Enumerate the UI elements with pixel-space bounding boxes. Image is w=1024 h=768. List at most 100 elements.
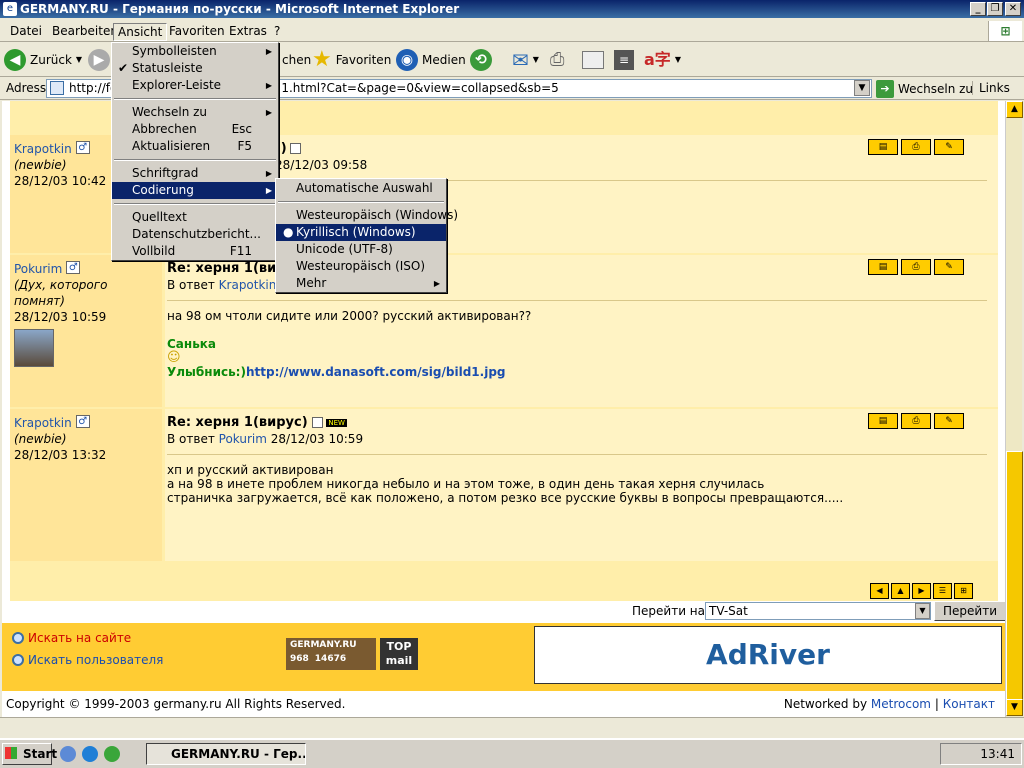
reply-user-link[interactable]: Pokurim xyxy=(219,432,267,446)
author-status: (newbie) xyxy=(14,158,67,172)
ie-quicklaunch-icon[interactable] xyxy=(82,746,98,762)
next-icon[interactable]: ▶ xyxy=(912,583,931,599)
adriver-banner[interactable]: AdRiver xyxy=(534,626,1002,684)
tree-view-icon[interactable]: ⊞ xyxy=(954,583,973,599)
prev-icon[interactable]: ◀ xyxy=(870,583,889,599)
check-icon: ✔ xyxy=(118,61,129,75)
edit-button[interactable] xyxy=(582,49,604,71)
back-button[interactable]: ◀ Zurück ▼ xyxy=(4,49,82,71)
history-button[interactable]: ⟲ xyxy=(470,49,492,71)
signature-name: Санька xyxy=(167,337,217,351)
menu-abbrechen[interactable]: Abbrechen Esc xyxy=(112,121,278,138)
mail-button[interactable]: ✉ ▼ xyxy=(512,49,539,71)
contact-link[interactable]: Контакт xyxy=(943,697,995,711)
close-button[interactable]: ✕ xyxy=(1005,2,1021,16)
search-button[interactable]: chen xyxy=(282,49,311,71)
search-label: chen xyxy=(282,53,312,67)
address-dropdown-icon[interactable]: ▼ xyxy=(854,80,870,96)
menu-help[interactable]: ? xyxy=(270,23,284,41)
menu-datei[interactable]: Datei xyxy=(6,23,46,41)
menu-bearbeiten[interactable]: Bearbeiten xyxy=(48,23,122,41)
links-button[interactable]: Links xyxy=(972,81,1010,95)
reply-user-link[interactable]: Krapotkin xyxy=(219,278,277,292)
restore-button[interactable]: ❐ xyxy=(987,2,1003,16)
topmail-logo[interactable]: TOP mail xyxy=(380,638,418,670)
menu-wechseln-zu[interactable]: Wechseln zu ▶ xyxy=(112,104,278,121)
menu-utf8[interactable]: Unicode (UTF-8) xyxy=(276,241,446,258)
print-post-icon[interactable]: ⎙ xyxy=(901,413,931,429)
menu-favoriten[interactable]: Favoriten xyxy=(165,23,229,41)
print-post-icon[interactable]: ⎙ xyxy=(901,259,931,275)
male-icon: ♂ xyxy=(75,415,90,428)
translate-button[interactable]: a字 ▼ xyxy=(644,49,681,71)
post-date: 28/12/03 10:42 xyxy=(14,174,107,188)
scroll-up-icon[interactable]: ▲ xyxy=(1006,101,1023,118)
author-link[interactable]: Krapotkin xyxy=(14,142,72,156)
edit-icon xyxy=(582,51,604,69)
scroll-thumb[interactable] xyxy=(1006,451,1023,701)
forward-button[interactable]: ▶ xyxy=(88,49,110,71)
reply-icon[interactable]: ▤ xyxy=(868,259,898,275)
menu-datenschutzbericht[interactable]: Datenschutzbericht... xyxy=(112,226,278,243)
menu-explorer-leiste[interactable]: Explorer-Leiste ▶ xyxy=(112,77,278,94)
author-link[interactable]: Krapotkin xyxy=(14,416,72,430)
flat-view-icon[interactable]: ☰ xyxy=(933,583,952,599)
scroll-down-icon[interactable]: ▼ xyxy=(1006,699,1023,716)
menu-codierung[interactable]: Codierung ▶ xyxy=(112,182,278,199)
menu-ansicht[interactable]: Ansicht xyxy=(113,23,168,41)
post-checkbox[interactable] xyxy=(311,417,323,428)
post-checkbox[interactable] xyxy=(290,143,302,154)
media-player-icon[interactable] xyxy=(104,746,120,762)
taskbar-ie-window[interactable]: GERMANY.RU - Гер... xyxy=(146,743,306,765)
reply-icon[interactable]: ▤ xyxy=(868,413,898,429)
menu-west-windows[interactable]: Westeuropäisch (Windows) xyxy=(276,207,458,224)
menu-mehr[interactable]: Mehr ▶ xyxy=(276,275,446,292)
jump-button[interactable]: Перейти xyxy=(934,601,1005,621)
menu-bar: Datei Bearbeiten Ansicht Favoriten Extra… xyxy=(0,20,1024,42)
metrocom-link[interactable]: Metrocom xyxy=(871,697,931,711)
signature-link[interactable]: http://www.danasoft.com/sig/bild1.jpg xyxy=(246,365,506,379)
favorites-button[interactable]: ★ Favoriten xyxy=(312,49,391,71)
forum-select[interactable]: TV-Sat xyxy=(705,602,931,620)
favorites-label: Favoriten xyxy=(335,53,392,67)
search-user-link[interactable]: Искать пользователя xyxy=(12,653,163,667)
menu-extras[interactable]: Extras xyxy=(225,23,271,41)
menu-west-iso[interactable]: Westeuropäisch (ISO) xyxy=(276,258,446,275)
post-actions: ▤ ⎙ ✎ xyxy=(868,139,964,155)
smiley-icon: ☺ xyxy=(167,350,181,365)
germany-counter-logo[interactable]: GERMANY.RU 968 14676 xyxy=(286,638,376,670)
edit-post-icon[interactable]: ✎ xyxy=(934,139,964,155)
print-post-icon[interactable]: ⎙ xyxy=(901,139,931,155)
desktop-icon[interactable] xyxy=(60,746,76,762)
menu-vollbild[interactable]: Vollbild F11 xyxy=(112,243,278,260)
edit-post-icon[interactable]: ✎ xyxy=(934,413,964,429)
ansicht-menu: Symbolleisten ▶ ✔ Statusleiste Explorer-Le… xyxy=(111,42,279,261)
menu-symbolleisten[interactable]: Symbolleisten ▶ xyxy=(112,43,278,60)
menu-quelltext[interactable]: Quelltext xyxy=(112,209,278,226)
logo-count2: 14676 xyxy=(314,654,347,664)
menu-separator xyxy=(278,201,444,203)
reply-icon[interactable]: ▤ xyxy=(868,139,898,155)
page-icon xyxy=(50,81,64,95)
edit-post-icon[interactable]: ✎ xyxy=(934,259,964,275)
minimize-button[interactable]: _ xyxy=(970,2,986,16)
discuss-button[interactable]: ≡ xyxy=(614,49,634,71)
up-icon[interactable]: ▲ xyxy=(891,583,910,599)
select-dropdown-icon[interactable]: ▼ xyxy=(915,603,930,619)
post-body: Re: херня 1(вирус) NEW В ответ Pokurim 2… xyxy=(165,409,998,561)
menu-aktualisieren[interactable]: Aktualisieren F5 xyxy=(112,138,278,155)
reply-date: 28/12/03 10:59 xyxy=(270,432,364,446)
search-site-link[interactable]: Искать на сайте xyxy=(12,631,131,645)
back-dropdown-icon[interactable]: ▼ xyxy=(76,49,82,71)
post-subject[interactable]: Re: херня 1(вирус) xyxy=(167,415,308,430)
author-link[interactable]: Pokurim xyxy=(14,262,62,276)
vertical-scrollbar[interactable]: ▲ ▼ xyxy=(1005,101,1023,717)
menu-statusleiste[interactable]: ✔ Statusleiste xyxy=(112,60,278,77)
menu-kyrillisch-windows[interactable]: ● Kyrillisch (Windows) xyxy=(276,224,446,241)
go-button[interactable]: ➔ Wechseln zu xyxy=(876,79,973,99)
print-button[interactable]: ⎙ xyxy=(550,49,564,71)
magnifier-icon xyxy=(12,632,24,644)
media-button[interactable]: ◉ Medien xyxy=(396,49,466,71)
menu-auto-select[interactable]: Automatische Auswahl xyxy=(276,180,446,197)
menu-schriftgrad[interactable]: Schriftgrad ▶ xyxy=(112,165,278,182)
